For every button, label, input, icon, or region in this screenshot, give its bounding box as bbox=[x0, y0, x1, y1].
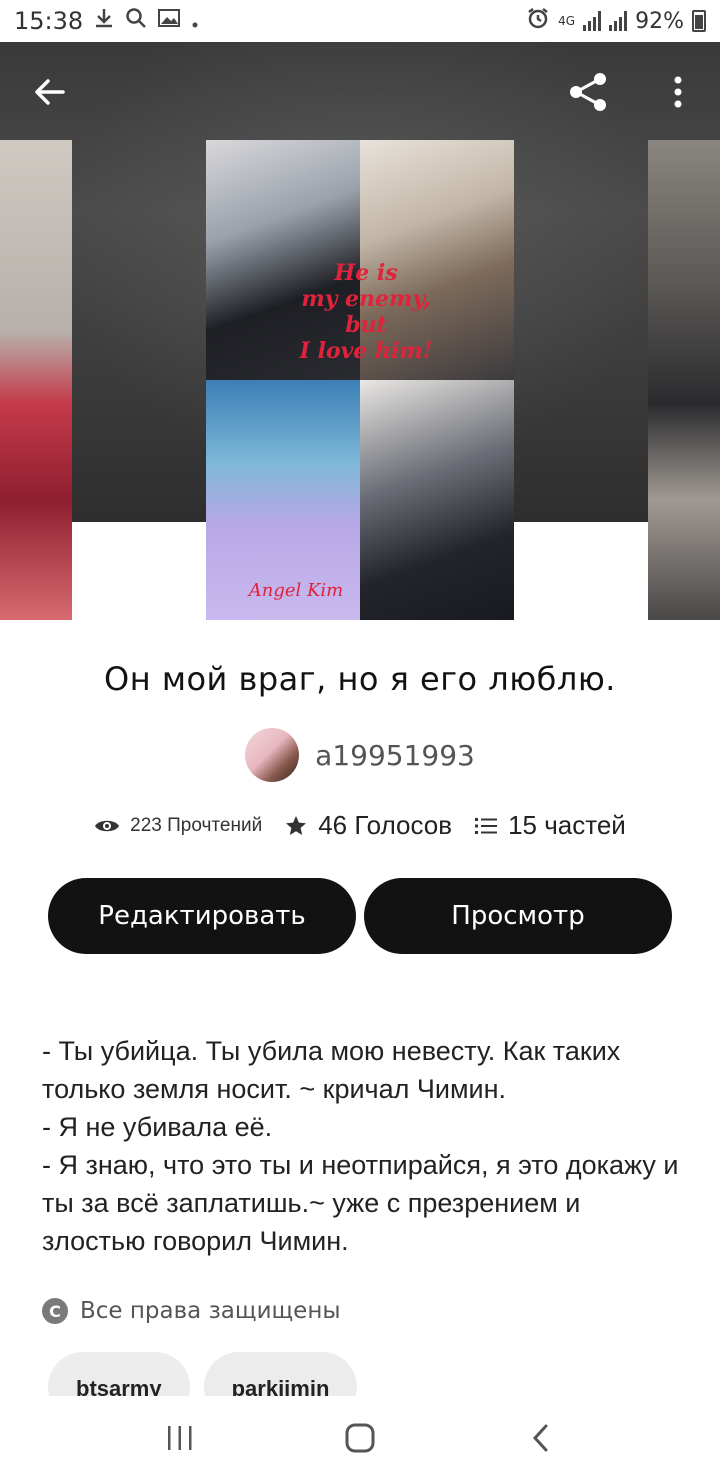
more-vertical-icon bbox=[674, 76, 682, 108]
cover-hero: He is my enemy, but I love him! Angel Ki… bbox=[0, 42, 720, 622]
previous-story-cover[interactable] bbox=[0, 140, 72, 620]
recent-apps-icon bbox=[168, 1426, 192, 1450]
description-line: - Ты убийца. Ты убила мою невесту. Как т… bbox=[42, 1036, 621, 1104]
story-description: - Ты убийца. Ты убила мою невесту. Как т… bbox=[42, 1032, 682, 1260]
cover-title-line: He is bbox=[334, 260, 398, 286]
author-avatar[interactable] bbox=[245, 728, 300, 782]
arrow-left-icon bbox=[35, 79, 65, 105]
tag-chip[interactable]: btsarmy bbox=[48, 1352, 190, 1396]
recent-apps-button[interactable] bbox=[150, 1408, 210, 1468]
copyright-text: Все права защищены bbox=[80, 1298, 341, 1324]
story-cover[interactable]: He is my enemy, but I love him! Angel Ki… bbox=[206, 140, 514, 620]
cover-title-line: I love him! bbox=[299, 338, 433, 364]
cover-title-line: but bbox=[345, 312, 387, 338]
action-buttons: Редактировать Просмотр bbox=[48, 878, 672, 954]
parts-stat: 15 частей bbox=[474, 810, 626, 841]
story-stats: 223 Прочтений 46 Голосов 15 частей bbox=[0, 810, 720, 841]
gallery-icon bbox=[157, 7, 181, 35]
reads-stat: 223 Прочтений bbox=[94, 815, 262, 837]
dot-icon bbox=[191, 7, 199, 35]
search-status-icon bbox=[125, 7, 147, 35]
copyright-row: C Все права защищены bbox=[42, 1298, 341, 1324]
signal-icon-2 bbox=[609, 11, 628, 31]
download-icon bbox=[93, 7, 115, 35]
cover-title-text: He is my enemy, but I love him! bbox=[296, 260, 436, 364]
eye-icon bbox=[95, 820, 120, 831]
next-story-cover[interactable] bbox=[648, 140, 720, 620]
cover-photo-4 bbox=[360, 380, 514, 620]
battery-icon bbox=[692, 10, 706, 32]
system-nav-bar bbox=[0, 1396, 720, 1480]
description-line: - Я не убивала её. bbox=[42, 1112, 273, 1142]
system-back-button[interactable] bbox=[510, 1408, 570, 1468]
more-options-button[interactable] bbox=[650, 64, 706, 120]
cover-author-signature: Angel Kim bbox=[248, 580, 344, 601]
copyright-icon: C bbox=[42, 1298, 68, 1324]
star-icon bbox=[286, 815, 307, 835]
share-icon bbox=[570, 73, 606, 111]
author-username[interactable]: a19951993 bbox=[315, 739, 475, 772]
votes-count: 46 Голосов bbox=[318, 810, 453, 840]
edit-button[interactable]: Редактировать bbox=[48, 878, 356, 954]
status-bar: 15:38 4G 92% bbox=[0, 0, 720, 42]
tag-list: btsarmy parkjimin bbox=[48, 1352, 358, 1396]
preview-button[interactable]: Просмотр bbox=[364, 878, 672, 954]
network-type: 4G bbox=[558, 14, 576, 28]
status-time: 15:38 bbox=[14, 7, 84, 35]
home-button[interactable] bbox=[330, 1408, 390, 1468]
list-icon bbox=[475, 817, 498, 834]
chevron-left-icon bbox=[532, 1424, 548, 1452]
reads-count: 223 Прочтений bbox=[130, 814, 263, 836]
story-title: Он мой враг, но я его люблю. bbox=[104, 660, 616, 698]
battery-percent: 92% bbox=[635, 8, 684, 34]
home-icon bbox=[345, 1423, 375, 1453]
alarm-icon bbox=[526, 6, 550, 36]
votes-stat: 46 Голосов bbox=[284, 810, 452, 841]
author-row[interactable]: a19951993 bbox=[0, 728, 720, 782]
signal-icon bbox=[583, 11, 602, 31]
description-line: - Я знаю, что это ты и неотпирайся, я эт… bbox=[42, 1150, 679, 1256]
parts-count: 15 частей bbox=[508, 810, 626, 840]
tag-chip[interactable]: parkjimin bbox=[203, 1352, 358, 1396]
share-button[interactable] bbox=[560, 64, 616, 120]
back-button[interactable] bbox=[22, 64, 78, 120]
cover-title-line: my enemy, bbox=[301, 286, 431, 312]
